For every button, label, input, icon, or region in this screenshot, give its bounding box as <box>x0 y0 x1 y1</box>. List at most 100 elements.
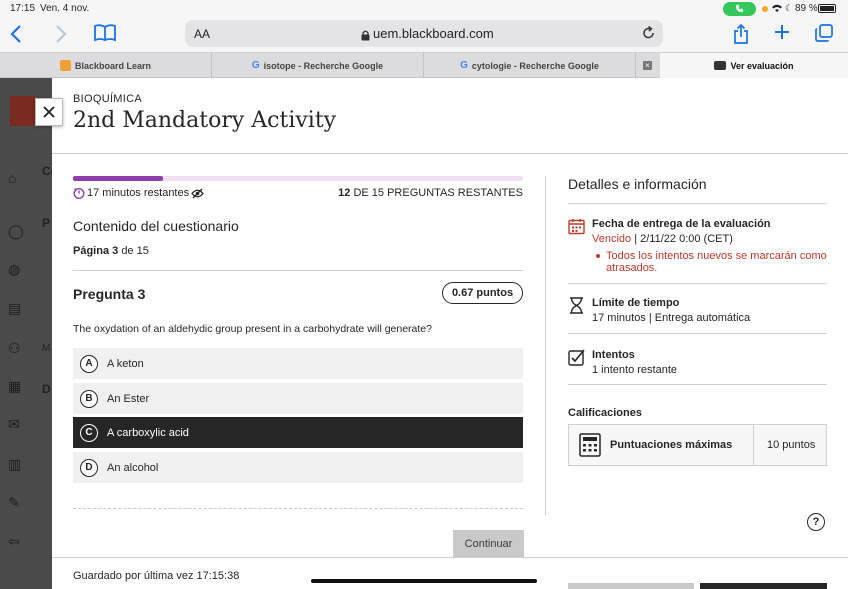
back-icon[interactable] <box>10 24 22 48</box>
option-letter: A <box>80 354 98 373</box>
bg-label-m: M <box>42 343 51 354</box>
browser-toolbar: AA uem.blackboard.com <box>0 18 848 52</box>
tab-label: Blackboard Learn <box>74 60 152 71</box>
continue-button[interactable]: Continuar <box>453 530 524 558</box>
option-text: An alcohol <box>107 461 159 474</box>
forward-icon[interactable] <box>55 24 67 48</box>
tab-ver-evaluacion[interactable]: Ver evaluación <box>660 53 848 78</box>
due-heading: Fecha de entrega de la evaluación <box>592 218 771 230</box>
status-date: Ven. 4 nov. <box>40 3 90 14</box>
page-of: de 15 <box>121 245 149 257</box>
max-points-value: 10 puntos <box>767 439 816 451</box>
option-text: An Ester <box>107 392 150 405</box>
details-heading: Detalles e información <box>568 176 707 192</box>
globe-icon: ◍ <box>8 261 21 277</box>
url-text: uem.blackboard.com <box>373 26 494 41</box>
tab-isotope-search[interactable]: G isotope - Recherche Google <box>212 53 424 78</box>
option-letter: C <box>80 423 98 442</box>
status-bar: 17:15 Ven. 4 nov. ☾ 89 % <box>0 0 848 18</box>
hide-timer-icon[interactable] <box>191 188 204 199</box>
last-saved-text: Guardado por última vez 17:15:38 <box>73 570 240 582</box>
courses-icon: ▤ <box>8 300 22 316</box>
option-text: A keton <box>107 357 144 370</box>
grades-icon: ▥ <box>8 456 22 472</box>
footer-divider <box>52 557 848 558</box>
late-attempts-note: Todos los intentos nuevos se marcarán co… <box>596 250 827 274</box>
header-divider <box>52 153 848 154</box>
calendar-icon: ▦ <box>8 378 22 394</box>
messages-icon: ✉ <box>8 416 20 432</box>
tabs-overview-icon[interactable] <box>815 24 833 46</box>
blackboard-favicon-icon <box>59 60 71 71</box>
dashed-divider <box>73 508 523 509</box>
content-heading: Contenido del cuestionario <box>73 218 239 234</box>
option-text: A carboxylic acid <box>107 426 189 439</box>
close-panel-button[interactable] <box>35 98 63 126</box>
tools-icon: ✎ <box>8 494 20 510</box>
reader-settings-button[interactable]: AA <box>194 27 210 41</box>
timer-text: 17 minutos restantes <box>87 187 190 199</box>
battery-icon <box>818 4 836 13</box>
questions-remaining-count: 12 <box>338 187 351 199</box>
moon-icon: ☾ <box>785 3 794 13</box>
grades-separator <box>753 425 754 465</box>
question-text: The oxydation of an aldehydic group pres… <box>73 323 432 335</box>
details-divider <box>568 333 827 334</box>
signout-icon: ⇦ <box>8 533 20 549</box>
help-icon[interactable]: ? <box>807 513 825 531</box>
grades-heading: Calificaciones <box>568 407 642 419</box>
battery-percent: 89 % <box>795 3 818 14</box>
timer-icon <box>73 188 85 199</box>
tab-label: cytologie - Recherche Google <box>471 60 599 71</box>
bg-label-d: D <box>42 382 51 396</box>
home-indicator <box>311 579 537 583</box>
attempts-heading: Intentos <box>592 349 635 361</box>
due-status: Vencido <box>592 233 632 245</box>
tab-label: isotope - Recherche Google <box>263 60 384 71</box>
grades-box: Puntuaciones máximas 10 puntos <box>568 424 827 466</box>
close-icon <box>43 106 55 118</box>
tab-cytologie-search[interactable]: G cytologie - Recherche Google <box>424 53 636 78</box>
grade-calculator-icon <box>579 433 601 457</box>
save-close-button[interactable] <box>568 583 694 589</box>
details-divider <box>568 384 827 385</box>
answer-option-c[interactable]: C A carboxylic acid <box>73 417 523 448</box>
share-icon[interactable] <box>733 23 749 48</box>
submit-button[interactable] <box>700 583 827 589</box>
progress-bar <box>73 176 523 181</box>
tab-label: Ver evaluación <box>730 60 794 71</box>
answer-option-a[interactable]: A A keton <box>73 348 523 379</box>
page-indicator: Página 3 de 15 <box>73 245 149 257</box>
reload-icon[interactable] <box>642 25 655 45</box>
attempts-value: 1 intento restante <box>592 364 678 376</box>
groups-icon: ⚇ <box>8 340 21 356</box>
status-time: 17:15 <box>10 3 36 14</box>
address-bar[interactable]: AA uem.blackboard.com <box>185 20 663 47</box>
lock-icon <box>361 28 370 46</box>
tab-blackboard-learn[interactable]: Blackboard Learn <box>0 53 212 78</box>
answer-option-b[interactable]: B An Ester <box>73 383 523 414</box>
page-title: 2nd Mandatory Activity <box>73 108 337 133</box>
attempts-check-icon <box>568 349 585 366</box>
option-letter: D <box>80 458 98 477</box>
institution-logo <box>10 96 36 126</box>
phone-call-icon <box>723 2 756 16</box>
questions-remaining: 12 DE 15 PREGUNTAS RESTANTES <box>338 187 523 199</box>
page-label: Página 3 <box>73 245 119 257</box>
wifi-icon <box>771 3 783 16</box>
answer-option-d[interactable]: D An alcohol <box>73 452 523 483</box>
points-badge: 0.67 puntos <box>442 282 523 304</box>
profile-icon: ◯ <box>8 223 24 239</box>
page-favicon-icon <box>714 61 727 70</box>
questions-remaining-text: DE 15 PREGUNTAS RESTANTES <box>353 187 523 199</box>
bg-label-p: P <box>42 216 51 230</box>
progress-bar-fill <box>73 176 163 181</box>
due-value: Vencido | 2/11/22 0:00 (CET) <box>592 233 733 245</box>
tab-close-icon[interactable]: × <box>643 61 652 70</box>
course-name: BIOQUÍMICA <box>73 93 143 105</box>
hourglass-icon <box>570 297 583 314</box>
calendar-icon <box>568 219 585 235</box>
bookmarks-icon[interactable] <box>94 24 116 46</box>
question-title: Pregunta 3 <box>73 286 146 302</box>
new-tab-icon[interactable] <box>774 24 790 44</box>
